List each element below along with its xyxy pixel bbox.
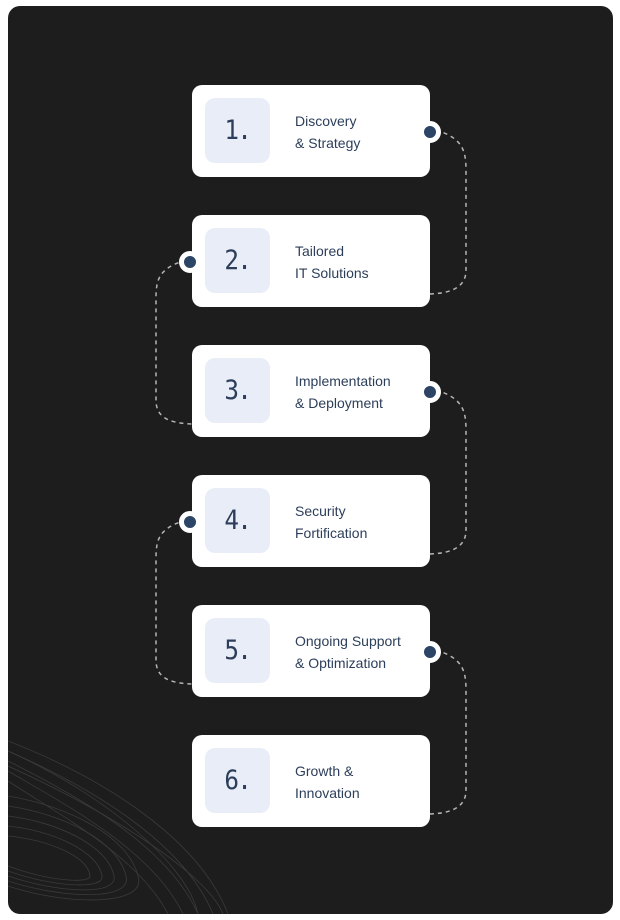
connector-dot-icon [419, 641, 441, 663]
connector-dot-icon [419, 381, 441, 403]
connector-dot-icon [179, 511, 201, 533]
step-card-1: 1. Discovery & Strategy [192, 85, 441, 177]
step-label-line1: Discovery [295, 113, 357, 129]
step-number-box: 6. [205, 748, 270, 813]
step-card-6: 6. Growth & Innovation [192, 735, 430, 827]
step-label: Growth & Innovation [295, 760, 360, 804]
step-label: Ongoing Support & Optimization [295, 630, 401, 674]
step-number: 6. [224, 765, 252, 796]
step-number-box: 1. [205, 98, 270, 163]
step-label-line2: & Strategy [295, 135, 361, 151]
step-card-5: 5. Ongoing Support & Optimization [192, 605, 441, 697]
step-label-line2: Fortification [295, 525, 368, 541]
step-label-line2: & Optimization [295, 655, 387, 671]
step-label-line1: Implementation [295, 373, 391, 389]
step-number-box: 5. [205, 618, 270, 683]
connector-dot-icon [419, 121, 441, 143]
step-label-line1: Tailored [295, 243, 345, 259]
step-label: Tailored IT Solutions [295, 240, 369, 284]
step-number: 2. [224, 245, 252, 276]
step-number: 4. [224, 505, 252, 536]
step-label-line1: Ongoing Support [295, 633, 401, 649]
step-label: Discovery & Strategy [295, 110, 360, 154]
step-label-line1: Security [295, 503, 346, 519]
step-card-3: 3. Implementation & Deployment [192, 345, 441, 437]
step-card-2: 2. Tailored IT Solutions [179, 215, 430, 307]
step-label: Security Fortification [295, 500, 367, 544]
step-number: 3. [224, 375, 252, 406]
step-label-line2: Innovation [295, 785, 360, 801]
connector-dot-icon [179, 251, 201, 273]
step-label-line2: IT Solutions [295, 265, 369, 281]
step-label: Implementation & Deployment [295, 370, 391, 414]
step-number: 5. [224, 635, 252, 666]
step-number: 1. [224, 115, 252, 146]
step-label-line1: Growth & [295, 763, 354, 779]
step-number-box: 2. [205, 228, 270, 293]
step-label-line2: & Deployment [295, 395, 383, 411]
step-number-box: 4. [205, 488, 270, 553]
step-number-box: 3. [205, 358, 270, 423]
step-card-4: 4. Security Fortification [179, 475, 430, 567]
